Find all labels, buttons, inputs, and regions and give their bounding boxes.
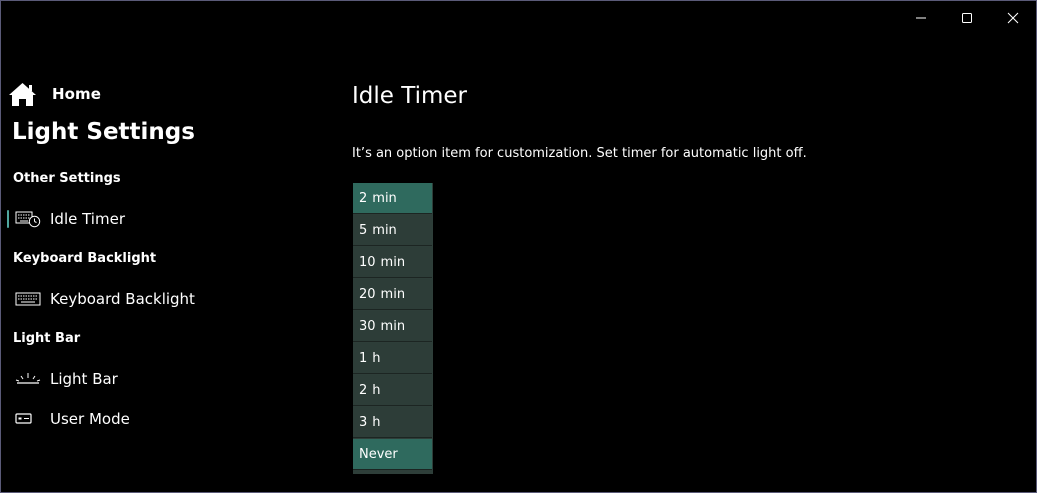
app-window: Home Light Settings Other Settings Idle … (0, 0, 1037, 493)
option-never[interactable]: Never (353, 439, 432, 470)
option-value: 5 (359, 222, 368, 238)
option-1-h[interactable]: 1 h (353, 343, 432, 374)
option-value: 3 (359, 414, 368, 430)
sidebar-item-keyboard-backlight[interactable]: Keyboard Backlight (1, 284, 301, 314)
selection-indicator (7, 210, 9, 228)
close-icon (1007, 12, 1019, 24)
page-description: It’s an option item for customization. S… (352, 146, 807, 161)
home-label: Home (52, 85, 102, 103)
app-title: Light Settings (12, 119, 195, 145)
idle-timer-options-list: 2 min 5 min 10 min 20 min 30 min 1 h 2 h… (353, 183, 433, 474)
page-title: Idle Timer (352, 83, 467, 109)
idle-timer-icon (15, 209, 41, 229)
light-bar-icon (15, 369, 41, 389)
option-unit: h (372, 382, 381, 398)
section-header-other-settings: Other Settings (13, 171, 121, 186)
option-value: 20 (359, 286, 376, 302)
option-unit: min (380, 286, 406, 302)
option-unit: min (380, 254, 406, 270)
option-unit: min (372, 222, 397, 238)
section-header-light-bar: Light Bar (13, 331, 81, 346)
option-unit: min (380, 318, 406, 334)
sidebar-item-user-mode[interactable]: User Mode (1, 404, 301, 434)
minimize-button[interactable] (898, 1, 944, 35)
sidebar-item-light-bar[interactable]: Light Bar (1, 364, 301, 394)
option-5-min[interactable]: 5 min (353, 215, 432, 246)
option-value: 2 (359, 190, 368, 206)
section-header-keyboard-backlight: Keyboard Backlight (13, 251, 157, 266)
option-30-min[interactable]: 30 min (353, 311, 432, 342)
option-2-h[interactable]: 2 h (353, 375, 432, 406)
sidebar-item-label: Keyboard Backlight (50, 290, 195, 308)
maximize-button[interactable] (944, 1, 990, 35)
option-3-h[interactable]: 3 h (353, 407, 432, 438)
maximize-icon (962, 13, 972, 23)
keyboard-icon (15, 289, 41, 309)
option-2-min[interactable]: 2 min (353, 183, 432, 214)
option-value: 2 (359, 382, 368, 398)
option-10-min[interactable]: 10 min (353, 247, 432, 278)
sidebar-item-label: User Mode (50, 410, 130, 428)
close-button[interactable] (990, 1, 1036, 35)
option-20-min[interactable]: 20 min (353, 279, 432, 310)
option-unit: min (372, 190, 397, 206)
option-value: 30 (359, 318, 376, 334)
sidebar-item-label: Light Bar (50, 370, 118, 388)
option-value: 10 (359, 254, 376, 270)
sidebar-item-label: Idle Timer (50, 210, 125, 228)
user-mode-icon (15, 409, 41, 429)
home-nav-item[interactable]: Home (8, 81, 101, 107)
option-value: Never (359, 446, 398, 462)
minimize-icon (916, 17, 926, 19)
option-unit: h (372, 414, 381, 430)
sidebar-item-idle-timer[interactable]: Idle Timer (1, 204, 301, 234)
option-unit: h (372, 350, 381, 366)
option-value: 1 (359, 350, 368, 366)
home-icon (9, 82, 36, 106)
